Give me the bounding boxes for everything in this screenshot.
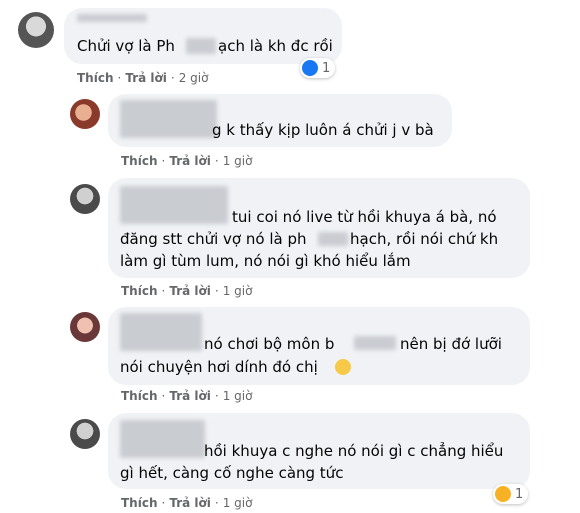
like-link[interactable]: Thích xyxy=(121,154,158,168)
redacted-word xyxy=(354,336,396,350)
separator-dot: · xyxy=(214,284,219,298)
reply-link[interactable]: Trả lời xyxy=(125,71,167,85)
separator-dot: · xyxy=(214,389,219,403)
comment-actions: Thích · Trả lời · 1 giờ xyxy=(121,389,252,403)
comment-text: nói chuyện hơi dính đó chị xyxy=(120,358,318,376)
comment-actions: Thích · Trả lời · 1 giờ xyxy=(121,284,252,298)
separator-dot: · xyxy=(170,71,175,85)
separator-dot: · xyxy=(214,154,219,168)
reaction-badge[interactable]: 1 xyxy=(493,484,529,504)
comment-actions: Thích · Trả lời · 2 giờ xyxy=(77,71,208,85)
comment-text: Chửi vợ là Ph xyxy=(77,37,175,55)
separator-dot: · xyxy=(161,389,166,403)
comment-actions: Thích · Trả lời · 1 giờ xyxy=(121,496,252,510)
like-link[interactable]: Thích xyxy=(121,284,158,298)
separator-dot: · xyxy=(214,496,219,510)
timestamp[interactable]: 1 giờ xyxy=(223,154,253,168)
smile-emoji-icon xyxy=(335,359,351,375)
reaction-count: 1 xyxy=(515,486,524,502)
comment-text: gì hết, càng cố nghe càng tức xyxy=(120,464,344,482)
avatar[interactable] xyxy=(70,99,100,129)
timestamp[interactable]: 1 giờ xyxy=(223,496,253,510)
reply-link[interactable]: Trả lời xyxy=(169,284,211,298)
like-link[interactable]: Thích xyxy=(121,496,158,510)
haha-icon xyxy=(495,486,511,502)
comment-text: nên bị đớ lưỡi xyxy=(400,335,502,353)
avatar[interactable] xyxy=(18,12,54,48)
comment-text: tui coi nó live từ hồi khuya á bà, nó xyxy=(232,208,497,226)
timestamp[interactable]: 1 giờ xyxy=(223,284,253,298)
separator-dot: · xyxy=(161,154,166,168)
like-icon xyxy=(302,60,318,76)
comment-text: làm gì tùm lum, nó nói gì khó hiểu lắm xyxy=(120,252,411,270)
reply-link[interactable]: Trả lời xyxy=(169,389,211,403)
reaction-count: 1 xyxy=(322,60,331,76)
like-link[interactable]: Thích xyxy=(77,71,114,85)
timestamp[interactable]: 2 giờ xyxy=(179,71,209,85)
comment-text: hồi khuya c nghe nó nói gì c chẳng hiểu xyxy=(204,442,504,460)
comment-text: ạch là kh đc rồi xyxy=(218,37,333,55)
comment-text: hạch, rồi nói chứ kh xyxy=(350,230,499,248)
avatar[interactable] xyxy=(70,419,100,449)
redacted-word xyxy=(318,232,348,246)
redacted-name xyxy=(77,14,147,22)
separator-dot: · xyxy=(161,496,166,510)
redacted-name xyxy=(120,420,205,458)
redacted-name xyxy=(120,100,217,138)
avatar[interactable] xyxy=(70,312,100,342)
comment-text: nó chơi bộ môn b xyxy=(204,335,335,353)
comment-text: g k thấy kịp luôn á chửi j v bà xyxy=(212,121,434,139)
reply-link[interactable]: Trả lời xyxy=(169,496,211,510)
separator-dot: · xyxy=(161,284,166,298)
redacted-word xyxy=(186,38,216,54)
avatar[interactable] xyxy=(70,184,100,214)
reaction-badge[interactable]: 1 xyxy=(300,58,336,78)
comment-text: đăng stt chửi vợ nó là ph xyxy=(120,230,307,248)
reply-link[interactable]: Trả lời xyxy=(169,154,211,168)
comment-actions: Thích · Trả lời · 1 giờ xyxy=(121,154,252,168)
timestamp[interactable]: 1 giờ xyxy=(223,389,253,403)
redacted-name xyxy=(120,313,202,351)
like-link[interactable]: Thích xyxy=(121,389,158,403)
separator-dot: · xyxy=(117,71,122,85)
redacted-name xyxy=(120,186,228,224)
